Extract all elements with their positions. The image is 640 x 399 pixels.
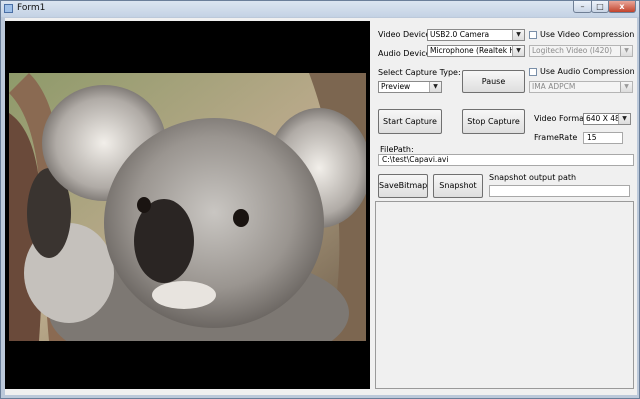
save-bitmap-button[interactable]: SaveBitmap [378, 174, 428, 198]
video-device-select[interactable]: USB2.0 Camera ▼ [427, 29, 525, 41]
video-device-label: Video Device [378, 30, 431, 39]
capture-type-value: Preview [381, 82, 411, 91]
audio-compressor-value: IMA ADPCM [532, 82, 576, 91]
form-client-area: Video Device USB2.0 Camera ▼ Use Video C… [5, 18, 637, 395]
capture-type-select[interactable]: Preview ▼ [378, 81, 442, 93]
video-compressor-select[interactable]: Logitech Video (I420) ▼ [529, 45, 633, 57]
snapshot-button[interactable]: Snapshot [433, 174, 483, 198]
snapshot-output-path-input[interactable] [489, 185, 630, 197]
audio-device-value: Microphone (Realtek High D [430, 46, 525, 55]
title-bar[interactable]: Form1 – □ x [1, 1, 639, 17]
minimize-button[interactable]: – [573, 1, 592, 13]
frame-rate-label: FrameRate [534, 133, 578, 142]
audio-device-label: Audio Device [378, 49, 431, 58]
camera-preview-image [9, 73, 366, 341]
video-device-value: USB2.0 Camera [430, 30, 490, 39]
dropdown-arrow-icon: ▼ [429, 82, 441, 92]
file-path-label: FilePath: [380, 145, 414, 154]
dropdown-arrow-icon: ▼ [620, 82, 632, 92]
capture-type-label: Select Capture Type: [378, 68, 461, 77]
video-preview-area [5, 21, 370, 389]
audio-device-select[interactable]: Microphone (Realtek High D ▼ [427, 45, 525, 57]
dropdown-arrow-icon: ▼ [618, 114, 630, 124]
app-form-icon [4, 4, 13, 13]
video-format-select[interactable]: 640 X 480 ▼ [583, 113, 631, 125]
use-video-compression-checkbox[interactable] [529, 31, 537, 39]
frame-rate-input[interactable]: 15 [583, 132, 623, 144]
close-button[interactable]: x [608, 1, 636, 13]
snapshot-output-path-label: Snapshot output path [489, 173, 577, 182]
dropdown-arrow-icon: ▼ [512, 46, 524, 56]
form-window: Form1 – □ x Video Device USB2.0 Camera ▼… [0, 0, 640, 399]
stop-capture-button[interactable]: Stop Capture [462, 109, 525, 134]
audio-compressor-select[interactable]: IMA ADPCM ▼ [529, 81, 633, 93]
use-audio-compression-label: Use Audio Compression [540, 67, 635, 76]
window-title: Form1 [17, 3, 46, 13]
snapshot-preview-panel [375, 201, 634, 389]
dropdown-arrow-icon: ▼ [620, 46, 632, 56]
dropdown-arrow-icon: ▼ [512, 30, 524, 40]
pause-button[interactable]: Pause [462, 70, 525, 93]
start-capture-button[interactable]: Start Capture [378, 109, 442, 134]
video-compressor-value: Logitech Video (I420) [532, 46, 613, 55]
use-video-compression-label: Use Video Compression [540, 30, 635, 39]
maximize-button[interactable]: □ [591, 1, 609, 13]
video-format-label: Video Format: [534, 114, 590, 123]
file-path-input[interactable]: C:\test\Capavi.avi [378, 154, 634, 166]
use-audio-compression-checkbox[interactable] [529, 68, 537, 76]
